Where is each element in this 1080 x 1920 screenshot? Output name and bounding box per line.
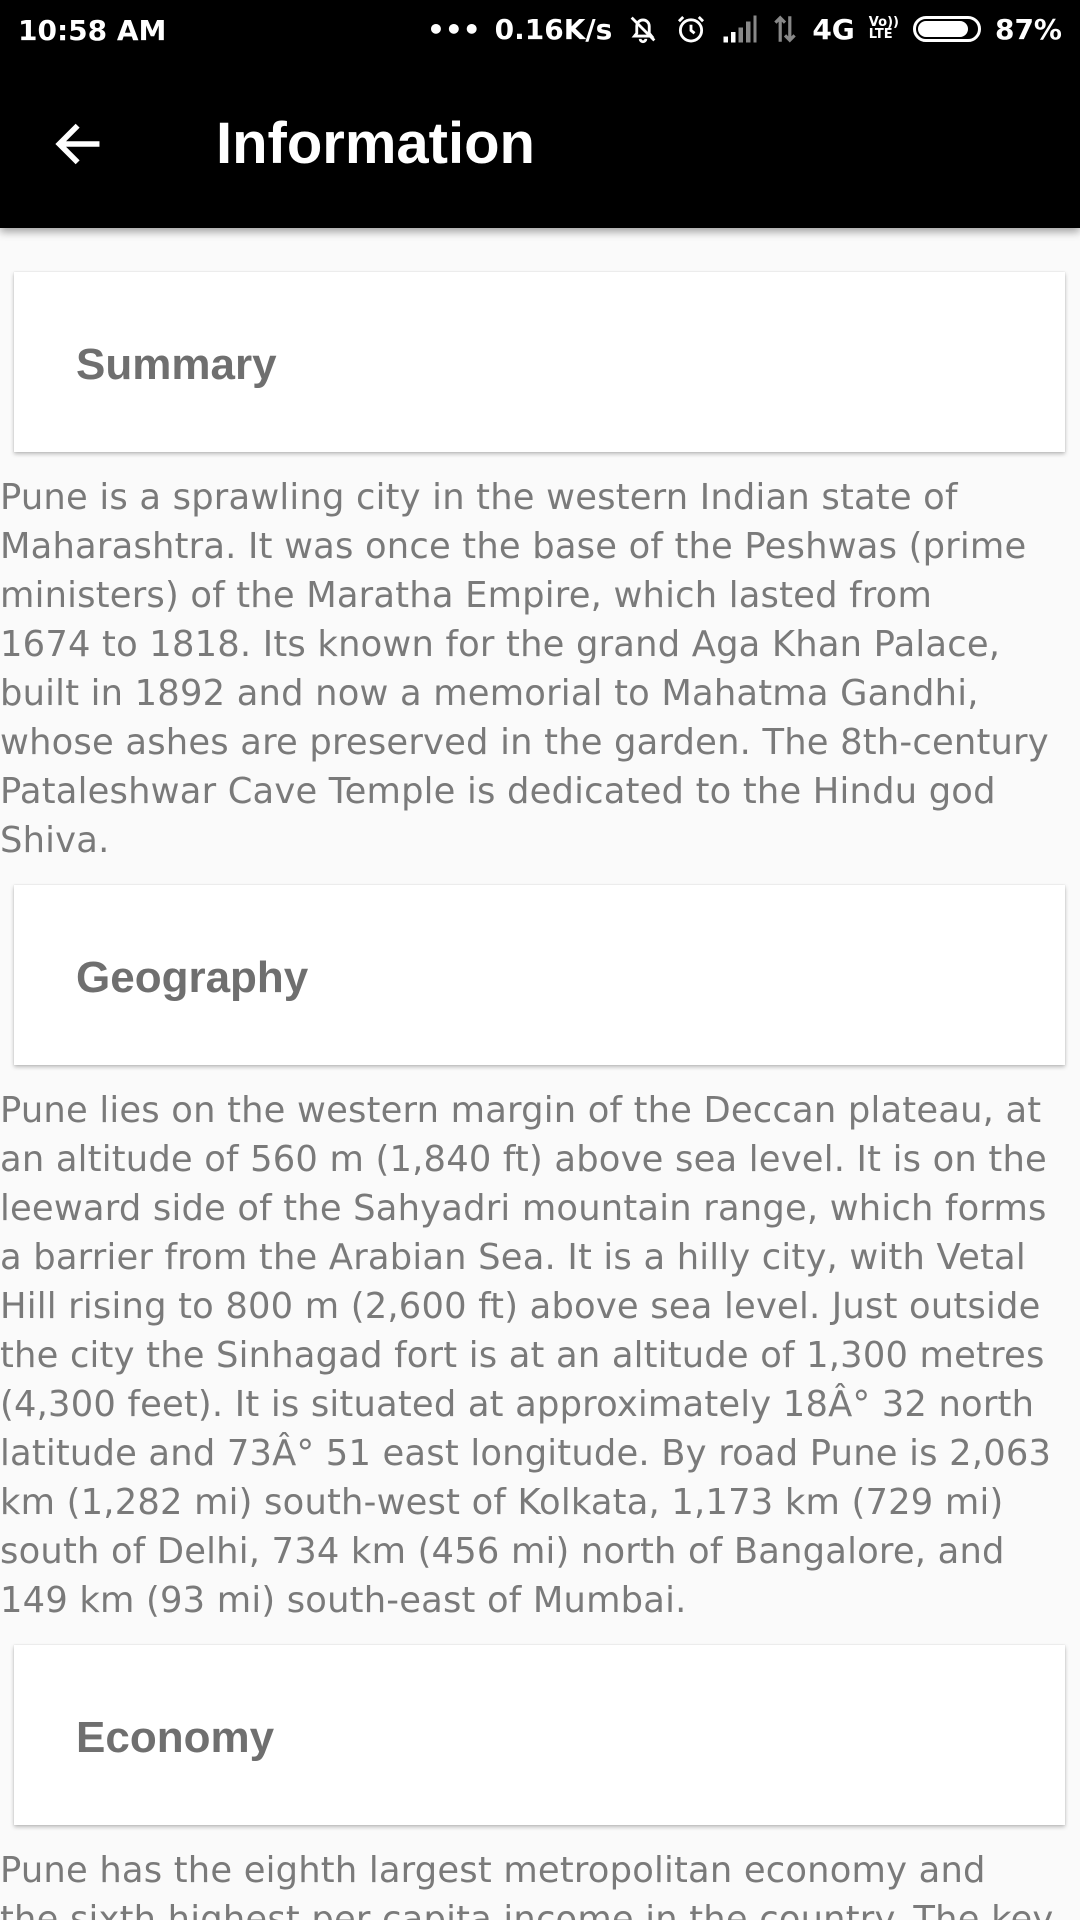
summary-text: Pune is a sprawling city in the western … bbox=[0, 473, 1080, 865]
text-line: south of Delhi, 734 km (456 mi) north of… bbox=[0, 1531, 1005, 1572]
text-line: Pune has the eighth largest metropolitan… bbox=[0, 1850, 986, 1891]
geography-header-card: Geography bbox=[14, 885, 1065, 1065]
geography-title: Geography bbox=[76, 953, 309, 1002]
economy-text: Pune has the eighth largest metropolitan… bbox=[0, 1846, 1080, 1920]
arrow-left-icon bbox=[55, 123, 100, 165]
status-bar: 10:58 AM ••• 0.16K/s 4G Vo)) LTE 87% bbox=[0, 0, 1080, 60]
text-line: 1674 to 1818. Its known for the grand Ag… bbox=[0, 624, 1001, 665]
text-line: Pune is a sprawling city in the western … bbox=[0, 477, 958, 518]
text-line: a barrier from the Arabian Sea. It is a … bbox=[0, 1237, 1026, 1278]
economy-header-card: Economy bbox=[14, 1645, 1065, 1825]
screen: 10:58 AM ••• 0.16K/s 4G Vo)) LTE 87% Inf… bbox=[0, 0, 1080, 1920]
text-line: Pataleshwar Cave Temple is dedicated to … bbox=[0, 771, 996, 812]
page-title: Information bbox=[216, 111, 535, 176]
text-line: Pune lies on the western margin of the D… bbox=[0, 1090, 1042, 1131]
network-speed: 0.16K/s bbox=[494, 12, 613, 46]
volte-bottom: LTE bbox=[868, 27, 893, 42]
signal-icon bbox=[722, 14, 758, 44]
text-line: 149 km (93 mi) south-east of Mumbai. bbox=[0, 1580, 687, 1621]
volte-icon: Vo)) LTE bbox=[868, 16, 899, 42]
geography-text: Pune lies on the western margin of the D… bbox=[0, 1086, 1080, 1625]
status-icons: ••• 0.16K/s 4G Vo)) LTE 87% bbox=[427, 12, 1062, 46]
text-line: latitude and 73Â° 51 east longitude. By … bbox=[0, 1433, 1052, 1474]
text-line: Hill rising to 800 m (2,600 ft) above se… bbox=[0, 1286, 1041, 1327]
battery-icon bbox=[912, 16, 981, 42]
text-line: an altitude of 560 m (1,840 ft) above se… bbox=[0, 1139, 1047, 1180]
text-line: built in 1892 and now a memorial to Maha… bbox=[0, 673, 979, 714]
content-list: Summary Pune is a sprawling city in the … bbox=[0, 228, 1080, 1920]
text-line: Maharashtra. It was once the base of the… bbox=[0, 526, 1027, 567]
summary-title: Summary bbox=[76, 340, 277, 389]
app-bar: Information bbox=[0, 60, 1080, 228]
more-dots-icon: ••• bbox=[426, 12, 481, 46]
back-button[interactable] bbox=[42, 108, 114, 180]
text-line: km (1,282 mi) south-west of Kolkata, 1,1… bbox=[0, 1482, 1004, 1523]
economy-title: Economy bbox=[76, 1713, 275, 1762]
battery-percent: 87% bbox=[994, 12, 1062, 46]
battery-fill bbox=[917, 21, 969, 37]
data-arrows-icon bbox=[772, 13, 798, 45]
text-line: the city the Sinhagad fort is at an alti… bbox=[0, 1335, 1045, 1376]
text-line: the sixth highest per capita income in t… bbox=[0, 1899, 1054, 1920]
text-line: Shiva. bbox=[0, 820, 110, 861]
mute-icon bbox=[626, 12, 660, 46]
text-line: (4,300 feet). It is situated at approxim… bbox=[0, 1384, 1035, 1425]
network-type: 4G bbox=[812, 12, 855, 46]
text-line: whose ashes are preserved in the garden.… bbox=[0, 722, 1049, 763]
summary-header-card: Summary bbox=[14, 272, 1065, 452]
text-line: ministers) of the Maratha Empire, which … bbox=[0, 575, 933, 616]
alarm-icon bbox=[674, 12, 708, 46]
text-line: leeward side of the Sahyadri mountain ra… bbox=[0, 1188, 1047, 1229]
status-time: 10:58 AM bbox=[18, 14, 167, 47]
